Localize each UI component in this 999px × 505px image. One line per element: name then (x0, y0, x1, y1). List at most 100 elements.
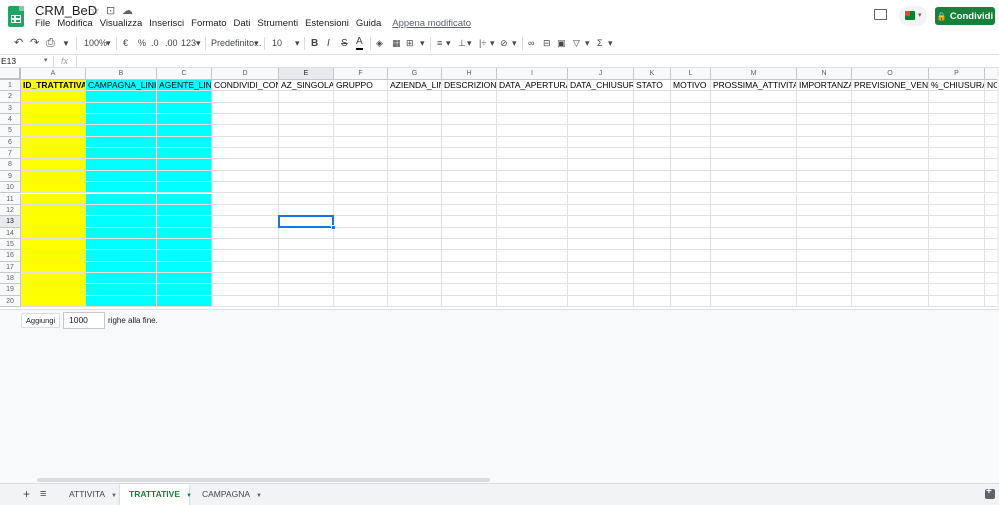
grid-cell[interactable] (442, 216, 497, 228)
grid-cell[interactable] (985, 171, 997, 183)
grid-cell[interactable] (21, 216, 86, 228)
grid-cell[interactable] (157, 295, 212, 307)
grid-cell[interactable] (929, 261, 985, 273)
row-header-14[interactable]: 14 (0, 227, 21, 239)
grid-cell[interactable] (671, 295, 711, 307)
grid-cell[interactable] (711, 159, 797, 171)
grid-cell[interactable] (929, 148, 985, 160)
grid-cell[interactable] (671, 261, 711, 273)
grid-cell[interactable] (388, 182, 442, 194)
header-cell[interactable]: IMPORTANZA (797, 80, 852, 92)
chevron-down-icon[interactable]: ▾ (490, 36, 495, 51)
grid-cell[interactable] (388, 227, 442, 239)
grid-cell[interactable] (497, 284, 568, 296)
grid-cell[interactable] (634, 136, 671, 149)
grid-cell[interactable] (711, 216, 797, 228)
grid-cell[interactable] (157, 91, 212, 103)
grid-cell[interactable] (157, 250, 212, 262)
grid-cell[interactable] (852, 91, 929, 103)
chevron-down-icon[interactable]: ▾ (196, 36, 201, 51)
grid-cell[interactable] (852, 216, 929, 228)
grid-cell[interactable] (671, 227, 711, 239)
grid-cell[interactable] (634, 182, 671, 194)
cloud-status-icon[interactable]: ☁ (122, 4, 133, 17)
currency-format-button[interactable]: € (123, 36, 128, 51)
grid-cell[interactable] (985, 205, 997, 217)
grid-cell[interactable] (711, 238, 797, 251)
grid-cell[interactable] (388, 250, 442, 262)
grid-cell[interactable] (334, 250, 388, 262)
grid-cell[interactable] (334, 204, 388, 217)
grid-cell[interactable] (212, 261, 279, 273)
grid-cell[interactable] (279, 91, 334, 103)
grid-cell[interactable] (852, 261, 929, 273)
grid-cell[interactable] (671, 102, 711, 115)
spreadsheet-grid[interactable]: A B C D E F G H I J K L M N O P 1 ID_TRATTATIVA CAMPAGNA_L… (0, 68, 997, 309)
grid-cell[interactable] (334, 261, 388, 273)
grid-cell[interactable] (157, 216, 212, 228)
grid-cell[interactable] (634, 295, 671, 307)
text-color-button[interactable]: A (356, 36, 363, 50)
grid-cell[interactable] (497, 148, 568, 160)
chevron-down-icon[interactable]: ▾ (585, 36, 590, 51)
grid-cell[interactable] (929, 182, 985, 194)
grid-cell[interactable] (279, 193, 334, 205)
grid-cell[interactable] (568, 204, 634, 217)
grid-cell[interactable] (157, 136, 212, 149)
grid-cell[interactable] (797, 227, 852, 239)
grid-cell[interactable] (212, 125, 279, 137)
grid-cell[interactable] (442, 193, 497, 205)
grid-cell[interactable] (388, 193, 442, 205)
grid-cell[interactable] (711, 193, 797, 205)
grid-cell[interactable] (852, 114, 929, 126)
grid-cell[interactable] (334, 193, 388, 205)
grid-cell[interactable] (212, 216, 279, 228)
grid-cell[interactable] (634, 272, 671, 285)
grid-cell[interactable] (442, 227, 497, 239)
redo-icon[interactable]: ↷ (30, 36, 39, 51)
add-sheet-icon[interactable]: + (23, 487, 30, 501)
grid-cell[interactable] (212, 102, 279, 115)
row-header-3[interactable]: 3 (0, 102, 21, 115)
grid-cell[interactable] (212, 238, 279, 251)
header-cell[interactable]: AZ_SINGOLA( (279, 80, 334, 92)
grid-cell[interactable] (634, 284, 671, 296)
grid-cell[interactable] (985, 216, 997, 228)
grid-cell[interactable] (852, 193, 929, 205)
header-cell[interactable]: STATO (634, 80, 671, 92)
grid-cell[interactable] (334, 216, 388, 228)
grid-cell[interactable] (442, 250, 497, 262)
row-header-17[interactable]: 17 (0, 261, 21, 273)
row-header-8[interactable]: 8 (0, 159, 21, 171)
grid-cell[interactable] (442, 125, 497, 137)
grid-cell[interactable] (21, 204, 86, 217)
grid-cell[interactable] (985, 239, 997, 251)
grid-cell[interactable] (497, 114, 568, 126)
text-rotation-icon[interactable]: ⊘ (500, 36, 508, 51)
grid-cell[interactable] (929, 295, 985, 307)
grid-cell[interactable] (852, 159, 929, 171)
grid-cell[interactable] (568, 284, 634, 296)
grid-cell[interactable] (985, 262, 997, 273)
grid-cell[interactable] (334, 295, 388, 307)
grid-cell[interactable] (929, 102, 985, 115)
grid-cell[interactable] (388, 295, 442, 307)
grid-cell[interactable] (711, 136, 797, 149)
grid-cell[interactable] (334, 148, 388, 160)
menu-modifica[interactable]: Modifica (57, 18, 92, 29)
grid-cell[interactable] (86, 193, 157, 205)
grid-cell[interactable] (852, 125, 929, 137)
row-header-16[interactable]: 16 (0, 250, 21, 262)
grid-cell[interactable] (497, 238, 568, 251)
grid-cell[interactable] (568, 250, 634, 262)
grid-cell[interactable] (711, 91, 797, 103)
grid-cell[interactable] (334, 114, 388, 126)
grid-cell[interactable] (86, 125, 157, 137)
grid-cell[interactable] (797, 170, 852, 183)
grid-cell[interactable] (157, 148, 212, 160)
grid-cell[interactable] (929, 136, 985, 149)
grid-cell[interactable] (334, 182, 388, 194)
grid-cell[interactable] (929, 238, 985, 251)
share-button[interactable]: 🔒 Condividi (935, 7, 995, 25)
grid-cell[interactable] (21, 125, 86, 137)
